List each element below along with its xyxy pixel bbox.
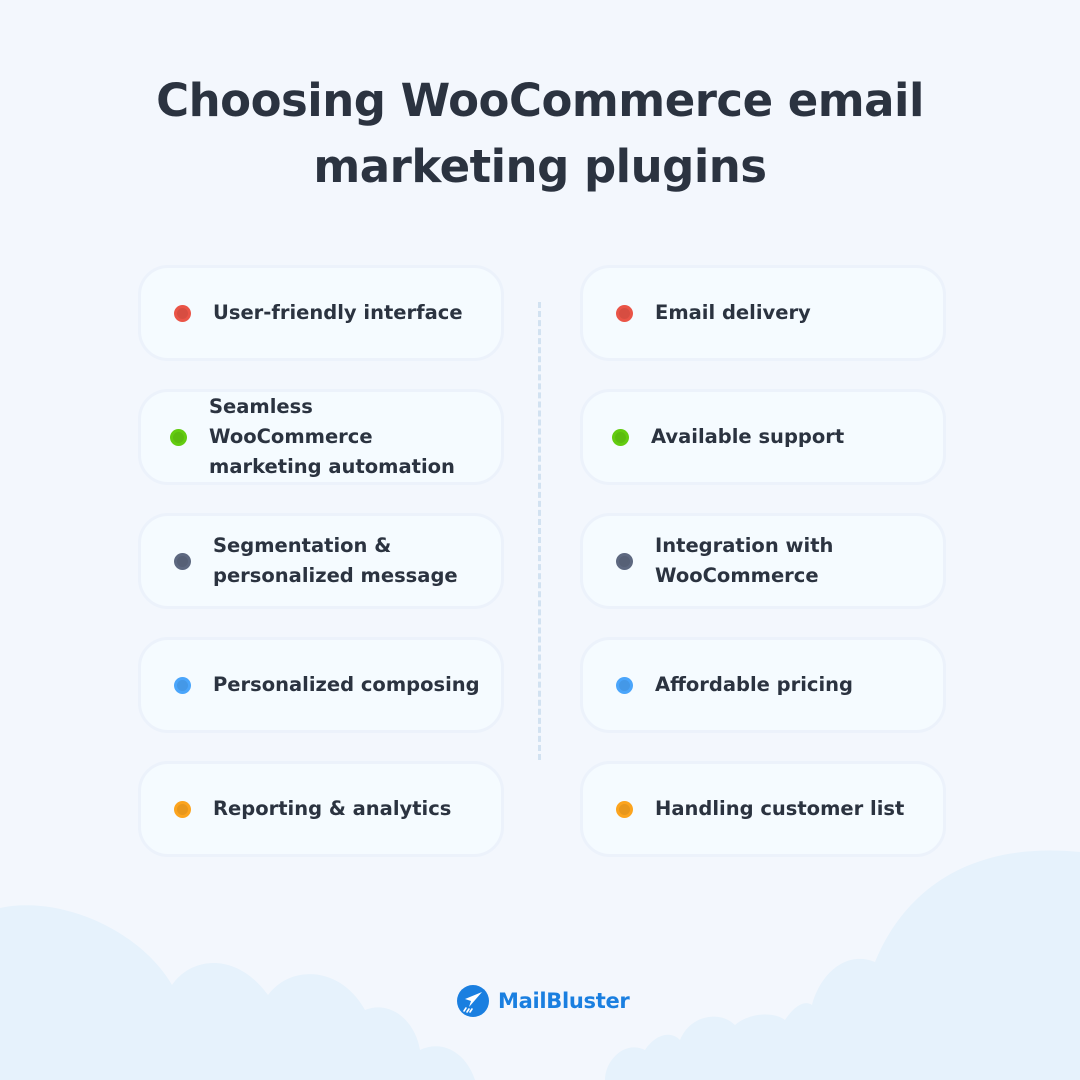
red-bullet-icon bbox=[616, 304, 633, 322]
blue-bullet-icon bbox=[616, 676, 633, 694]
criteria-card-email-delivery: Email delivery bbox=[580, 265, 946, 361]
orange-bullet-icon bbox=[616, 800, 633, 818]
criteria-label: Email delivery bbox=[655, 301, 811, 324]
left-cloud bbox=[0, 905, 475, 1080]
criteria-label: User-friendly interface bbox=[213, 301, 463, 324]
criteria-card-reporting-analytics: Reporting & analytics bbox=[138, 761, 504, 857]
slate-bullet-icon bbox=[174, 552, 191, 570]
criteria-label: Handling customer list bbox=[655, 797, 905, 820]
criteria-label: Reporting & analytics bbox=[213, 797, 452, 820]
right-cloud bbox=[605, 850, 1080, 1080]
criteria-label: Affordable pricing bbox=[655, 673, 854, 696]
criteria-card-segmentation: Segmentation & personalized message bbox=[138, 513, 504, 609]
criteria-label: Segmentation & personalized message bbox=[213, 534, 458, 587]
criteria-label: Available support bbox=[651, 425, 845, 448]
red-bullet-icon bbox=[174, 304, 191, 322]
criteria-card-user-friendly-interface: User-friendly interface bbox=[138, 265, 504, 361]
criteria-card-available-support: Available support bbox=[580, 389, 946, 485]
mailbluster-logo: MailBluster bbox=[456, 984, 630, 1018]
orange-bullet-icon bbox=[174, 800, 191, 818]
title-line-2: marketing plugins bbox=[313, 140, 767, 193]
criteria-card-marketing-automation: Seamless WooCommerce marketing automatio… bbox=[138, 389, 504, 485]
column-divider bbox=[538, 302, 541, 760]
title-line-1: Choosing WooCommerce email bbox=[156, 74, 924, 127]
paper-plane-icon bbox=[457, 985, 489, 1017]
criteria-card-handling-customer-list: Handling customer list bbox=[580, 761, 946, 857]
criteria-label: Personalized composing bbox=[213, 673, 480, 696]
criteria-label: Integration with WooCommerce bbox=[655, 534, 834, 587]
page-title: Choosing WooCommerce email marketing plu… bbox=[0, 68, 1080, 200]
green-bullet-icon bbox=[612, 428, 629, 446]
criteria-card-affordable-pricing: Affordable pricing bbox=[580, 637, 946, 733]
green-bullet-icon bbox=[170, 428, 187, 446]
criteria-card-integration: Integration with WooCommerce bbox=[580, 513, 946, 609]
criteria-card-personalized-composing: Personalized composing bbox=[138, 637, 504, 733]
slate-bullet-icon bbox=[616, 552, 633, 570]
blue-bullet-icon bbox=[174, 676, 191, 694]
criteria-label: Seamless WooCommerce marketing automatio… bbox=[209, 395, 455, 478]
brand-name: MailBluster bbox=[498, 989, 630, 1013]
